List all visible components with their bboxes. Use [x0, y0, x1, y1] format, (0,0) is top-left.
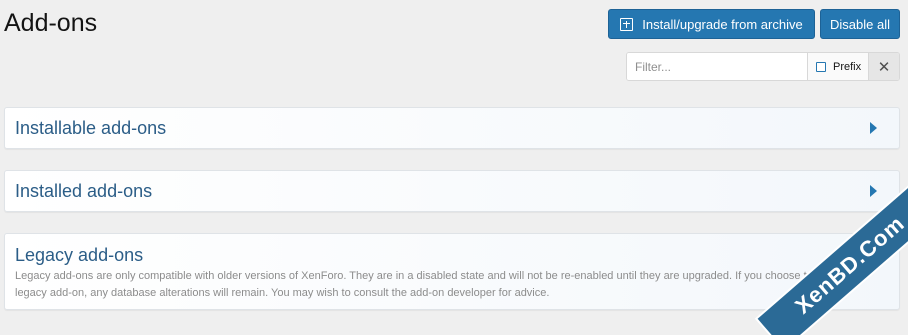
- legacy-addons-description: Legacy add-ons are only compatible with …: [15, 270, 866, 299]
- installable-addons-title: Installable add-ons: [15, 117, 167, 138]
- prefix-checkbox[interactable]: Prefix: [807, 53, 868, 80]
- installed-addons-title: Installed add-ons: [15, 180, 153, 201]
- close-icon: ✕: [877, 58, 891, 76]
- disable-all-button[interactable]: Disable all: [820, 9, 900, 39]
- install-upgrade-button[interactable]: Install/upgrade from archive: [608, 9, 815, 39]
- installable-addons-block[interactable]: Installable add-ons: [4, 107, 900, 149]
- caret-right-icon: [870, 185, 877, 197]
- install-upgrade-label: Install/upgrade from archive: [642, 16, 803, 32]
- checkbox-icon[interactable]: [816, 61, 826, 72]
- page-title: Add-ons: [4, 9, 98, 37]
- legacy-addons-block: Legacy add-ons Legacy add-ons are only c…: [4, 233, 900, 310]
- prefix-label: Prefix: [833, 60, 862, 73]
- caret-right-icon: [870, 122, 877, 134]
- plus-square-icon: [620, 17, 634, 31]
- installed-addons-block[interactable]: Installed add-ons: [4, 170, 900, 212]
- clear-filter-button[interactable]: ✕: [868, 53, 899, 80]
- legacy-addons-title: Legacy add-ons: [15, 245, 144, 265]
- filter-bar: Prefix ✕: [626, 52, 900, 81]
- filter-input[interactable]: [627, 53, 807, 80]
- disable-all-label: Disable all: [830, 16, 890, 32]
